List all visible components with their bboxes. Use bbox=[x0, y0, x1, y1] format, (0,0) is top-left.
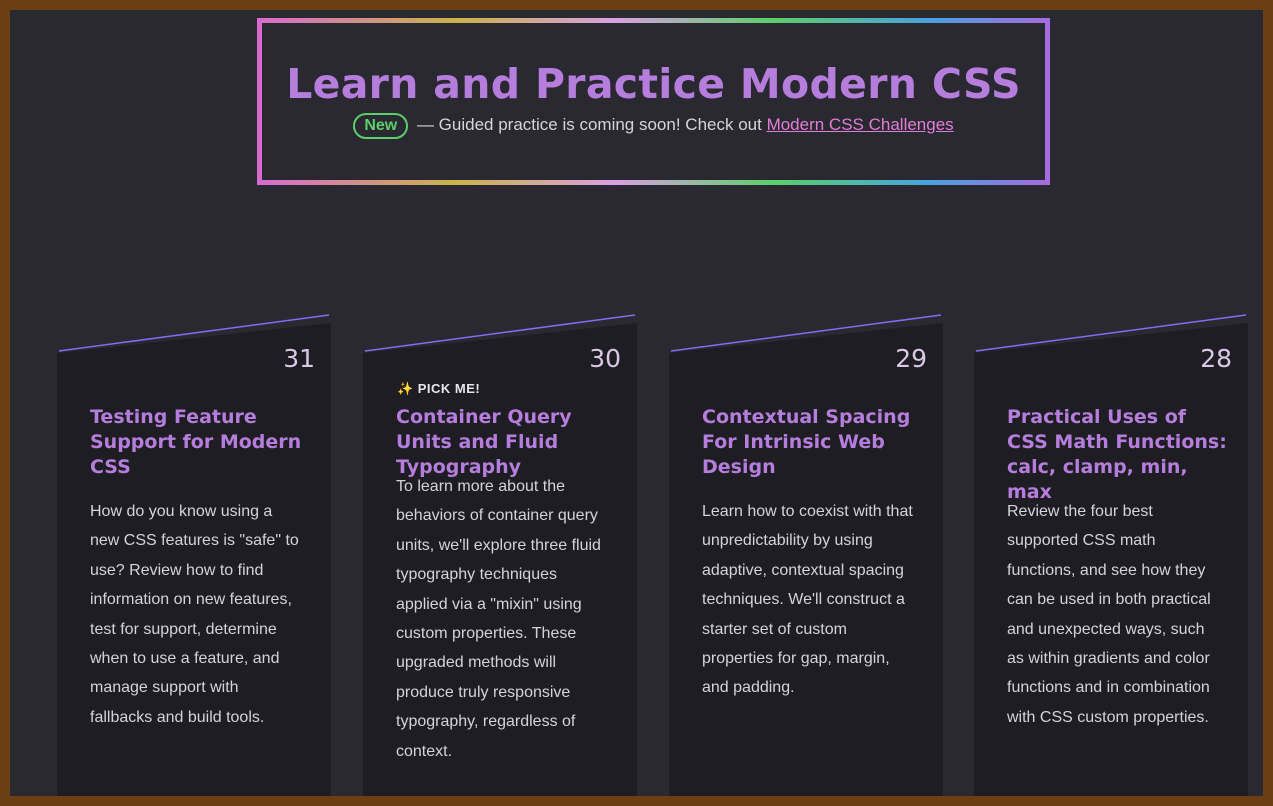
hero-inner: Learn and Practice Modern CSS New — Guid… bbox=[262, 23, 1045, 180]
article-number: 31 bbox=[283, 344, 315, 373]
article-number: 29 bbox=[895, 344, 927, 373]
article-number: 30 bbox=[589, 344, 621, 373]
article-card[interactable]: 30 ✨ PICK ME! Container Query Units and F… bbox=[363, 313, 637, 796]
article-card[interactable]: 31 Testing Feature Support for Modern CS… bbox=[57, 313, 331, 796]
article-title[interactable]: Practical Uses of CSS Math Functions: ca… bbox=[1007, 405, 1232, 505]
page-title: Learn and Practice Modern CSS bbox=[286, 60, 1021, 108]
article-description: Review the four best supported CSS math … bbox=[1007, 503, 1211, 726]
hero-subtitle: New — Guided practice is coming soon! Ch… bbox=[262, 113, 1045, 139]
article-description: Learn how to coexist with that unpredict… bbox=[702, 503, 913, 697]
article-description: To learn more about the behaviors of con… bbox=[396, 478, 601, 760]
hero-subtitle-text: — Guided practice is coming soon! Check … bbox=[412, 115, 767, 134]
article-title[interactable]: Testing Feature Support for Modern CSS bbox=[90, 405, 315, 480]
pick-me-text: PICK ME! bbox=[417, 381, 481, 396]
hero-banner: Learn and Practice Modern CSS New — Guid… bbox=[257, 18, 1050, 185]
challenges-link[interactable]: Modern CSS Challenges bbox=[767, 115, 954, 134]
article-card[interactable]: 29 Contextual Spacing For Intrinsic Web … bbox=[669, 313, 943, 796]
article-card[interactable]: 28 Practical Uses of CSS Math Functions:… bbox=[974, 313, 1248, 796]
page: Learn and Practice Modern CSS New — Guid… bbox=[10, 10, 1263, 796]
sparkles-icon: ✨ bbox=[397, 381, 414, 396]
article-number: 28 bbox=[1200, 344, 1232, 373]
new-badge: New bbox=[353, 113, 409, 139]
article-title[interactable]: Container Query Units and Fluid Typograp… bbox=[396, 405, 621, 480]
article-title[interactable]: Contextual Spacing For Intrinsic Web Des… bbox=[702, 405, 927, 480]
pick-me-label: ✨ PICK ME! bbox=[397, 381, 480, 397]
article-description: How do you know using a new CSS features… bbox=[90, 503, 299, 726]
